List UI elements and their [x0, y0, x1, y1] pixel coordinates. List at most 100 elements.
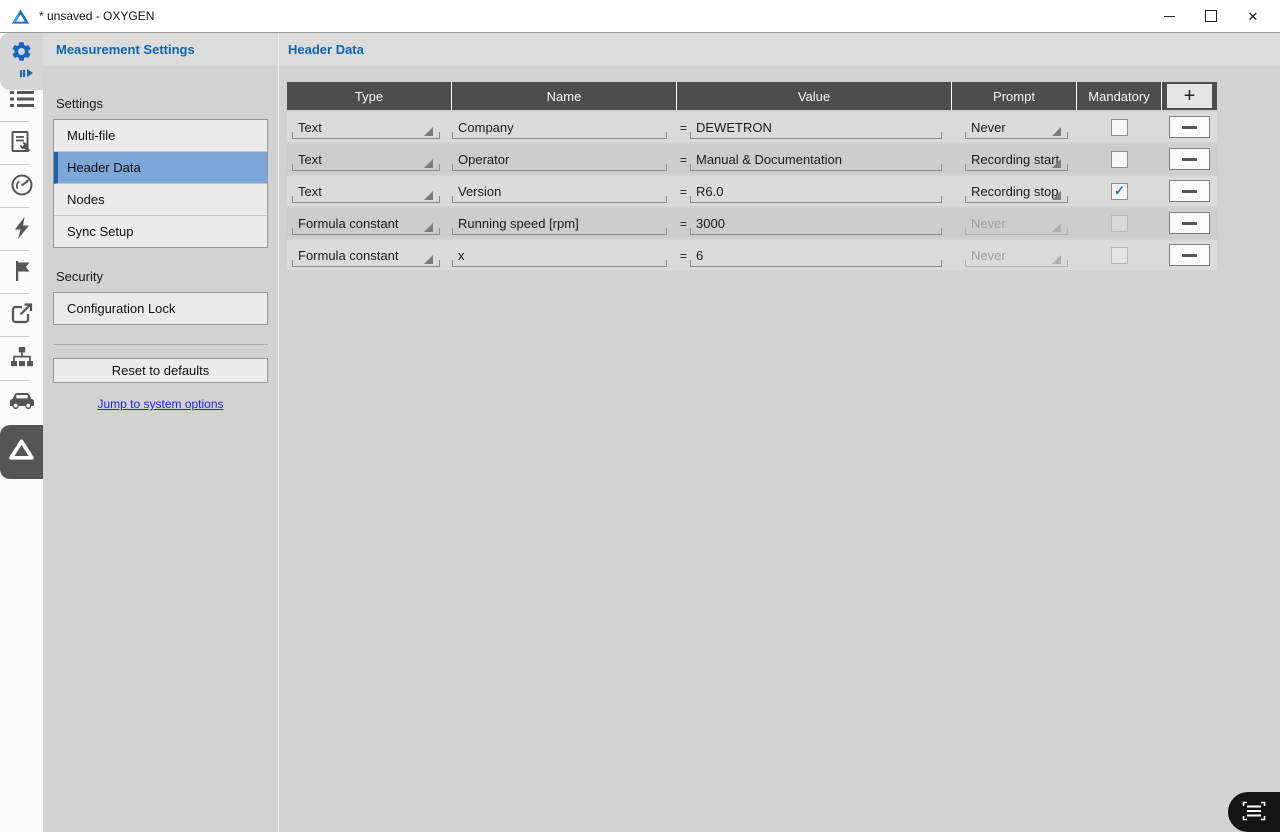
- equals-sign: =: [677, 249, 690, 263]
- sidebar-item-export[interactable]: [0, 297, 43, 333]
- sidebar-item-power[interactable]: [0, 211, 43, 247]
- value-input[interactable]: R6.0: [690, 179, 942, 203]
- prompt-dropdown[interactable]: Recording stop: [965, 179, 1068, 203]
- type-dropdown[interactable]: Text: [292, 179, 440, 203]
- sidebar-divider: [0, 293, 29, 294]
- minimize-button[interactable]: [1148, 0, 1190, 32]
- table-row: Text Company = DEWETRON Never: [287, 112, 1217, 142]
- dropdown-arrow-icon: [1052, 223, 1061, 232]
- column-header-value: Value: [677, 82, 952, 110]
- settings-group-label: Settings: [56, 96, 278, 111]
- value-input[interactable]: 6: [690, 243, 942, 267]
- prompt-dropdown[interactable]: Never: [965, 115, 1068, 139]
- mandatory-checkbox[interactable]: [1111, 119, 1128, 136]
- name-input[interactable]: Operator: [452, 147, 667, 171]
- sidebar-divider: [0, 164, 29, 165]
- dropdown-arrow-icon: [1052, 127, 1061, 136]
- sidebar-item-channel-list[interactable]: [0, 82, 43, 118]
- sidebar-item-dewetron-home[interactable]: [0, 425, 43, 479]
- gauge-icon: [10, 173, 34, 200]
- sidebar-item-vehicle[interactable]: [0, 384, 43, 420]
- maximize-icon: [1205, 10, 1217, 22]
- mandatory-checkbox: [1111, 215, 1128, 232]
- value-input[interactable]: 3000: [690, 211, 942, 235]
- remove-row-button[interactable]: [1169, 148, 1210, 170]
- jump-to-system-options-link[interactable]: Jump to system options: [43, 397, 278, 411]
- type-dropdown[interactable]: Text: [292, 115, 440, 139]
- sidebar-item-header-data[interactable]: Header Data: [54, 152, 267, 184]
- sidebar-divider: [0, 380, 29, 381]
- minus-icon: [1182, 126, 1197, 129]
- close-button[interactable]: ✕: [1232, 0, 1274, 32]
- type-dropdown[interactable]: Formula constant: [292, 211, 440, 235]
- title-bar: * unsaved - OXYGEN ✕: [0, 0, 1280, 33]
- settings-panel-title: Measurement Settings: [56, 42, 195, 57]
- maximize-button[interactable]: [1190, 0, 1232, 32]
- equals-sign: =: [677, 185, 690, 199]
- sidebar-item-screen-setup[interactable]: [0, 125, 43, 161]
- minus-icon: [1182, 158, 1197, 161]
- sidebar-item-network[interactable]: [0, 340, 43, 376]
- channel-list-icon: [10, 89, 34, 112]
- type-dropdown[interactable]: Formula constant: [292, 243, 440, 267]
- flag-icon: [12, 260, 32, 285]
- settings-gear-icon: [10, 40, 33, 68]
- dewetron-triangle-icon: [8, 438, 35, 466]
- sidebar-divider: [0, 250, 29, 251]
- sidebar-item-nodes[interactable]: Nodes: [54, 184, 267, 216]
- remove-row-button[interactable]: [1169, 212, 1210, 234]
- sidebar-item-markers[interactable]: [0, 254, 43, 290]
- main-panel: Header Data Type Name Value Prompt Manda…: [279, 33, 1280, 832]
- minus-icon: [1182, 222, 1197, 225]
- mandatory-checkbox[interactable]: [1111, 151, 1128, 168]
- name-input[interactable]: Version: [452, 179, 667, 203]
- security-list: Configuration Lock: [53, 292, 268, 325]
- minus-icon: [1182, 254, 1197, 257]
- value-input[interactable]: DEWETRON: [690, 115, 942, 139]
- name-input[interactable]: Company: [452, 115, 667, 139]
- sidebar-divider: [0, 336, 29, 337]
- sidebar-divider: [0, 207, 29, 208]
- table-header-row: Type Name Value Prompt Mandatory +: [287, 82, 1217, 110]
- remove-row-button[interactable]: [1169, 116, 1210, 138]
- value-input[interactable]: Manual & Documentation: [690, 147, 942, 171]
- sidebar-item-measurement[interactable]: [0, 168, 43, 204]
- dropdown-arrow-icon: [424, 223, 433, 232]
- mandatory-checkbox[interactable]: ✓: [1111, 183, 1128, 200]
- add-row-button[interactable]: +: [1167, 84, 1212, 108]
- prompt-dropdown[interactable]: Recording start: [965, 147, 1068, 171]
- dropdown-arrow-icon: [1052, 159, 1061, 168]
- window-title: * unsaved - OXYGEN: [39, 9, 154, 23]
- remove-row-button[interactable]: [1169, 180, 1210, 202]
- sidebar: [0, 33, 43, 832]
- sidebar-item-sync-setup[interactable]: Sync Setup: [54, 216, 267, 247]
- equals-sign: =: [677, 153, 690, 167]
- sidebar-item-multi-file[interactable]: Multi-file: [54, 120, 267, 152]
- equals-sign: =: [677, 121, 690, 135]
- remove-row-button[interactable]: [1169, 244, 1210, 266]
- dropdown-arrow-icon: [424, 127, 433, 136]
- sidebar-item-configuration-lock[interactable]: Configuration Lock: [54, 293, 267, 324]
- main-panel-header: Header Data: [279, 33, 1280, 66]
- name-input[interactable]: x: [452, 243, 667, 267]
- dropdown-arrow-icon: [1052, 255, 1061, 264]
- settings-panel: Measurement Settings Settings Multi-file…: [43, 33, 279, 832]
- equals-sign: =: [677, 217, 690, 231]
- reset-to-defaults-button[interactable]: Reset to defaults: [53, 358, 268, 383]
- screen-setup-icon: [10, 130, 33, 157]
- minus-icon: [1182, 190, 1197, 193]
- window-controls: ✕: [1148, 0, 1274, 32]
- dropdown-arrow-icon: [424, 191, 433, 200]
- column-header-prompt: Prompt: [952, 82, 1077, 110]
- name-input[interactable]: Running speed [rpm]: [452, 211, 667, 235]
- security-group-label: Security: [56, 269, 278, 284]
- settings-panel-header: Measurement Settings: [43, 33, 278, 66]
- table-row: Formula constant x = 6 Never: [287, 240, 1217, 270]
- column-header-mandatory: Mandatory: [1077, 82, 1162, 110]
- close-icon: ✕: [1248, 10, 1259, 23]
- type-dropdown[interactable]: Text: [292, 147, 440, 171]
- channel-list-overlay-button[interactable]: [1228, 792, 1280, 832]
- channel-list-overlay-icon: [1242, 801, 1266, 824]
- panel-divider: [53, 344, 268, 345]
- page-title: Header Data: [288, 42, 364, 57]
